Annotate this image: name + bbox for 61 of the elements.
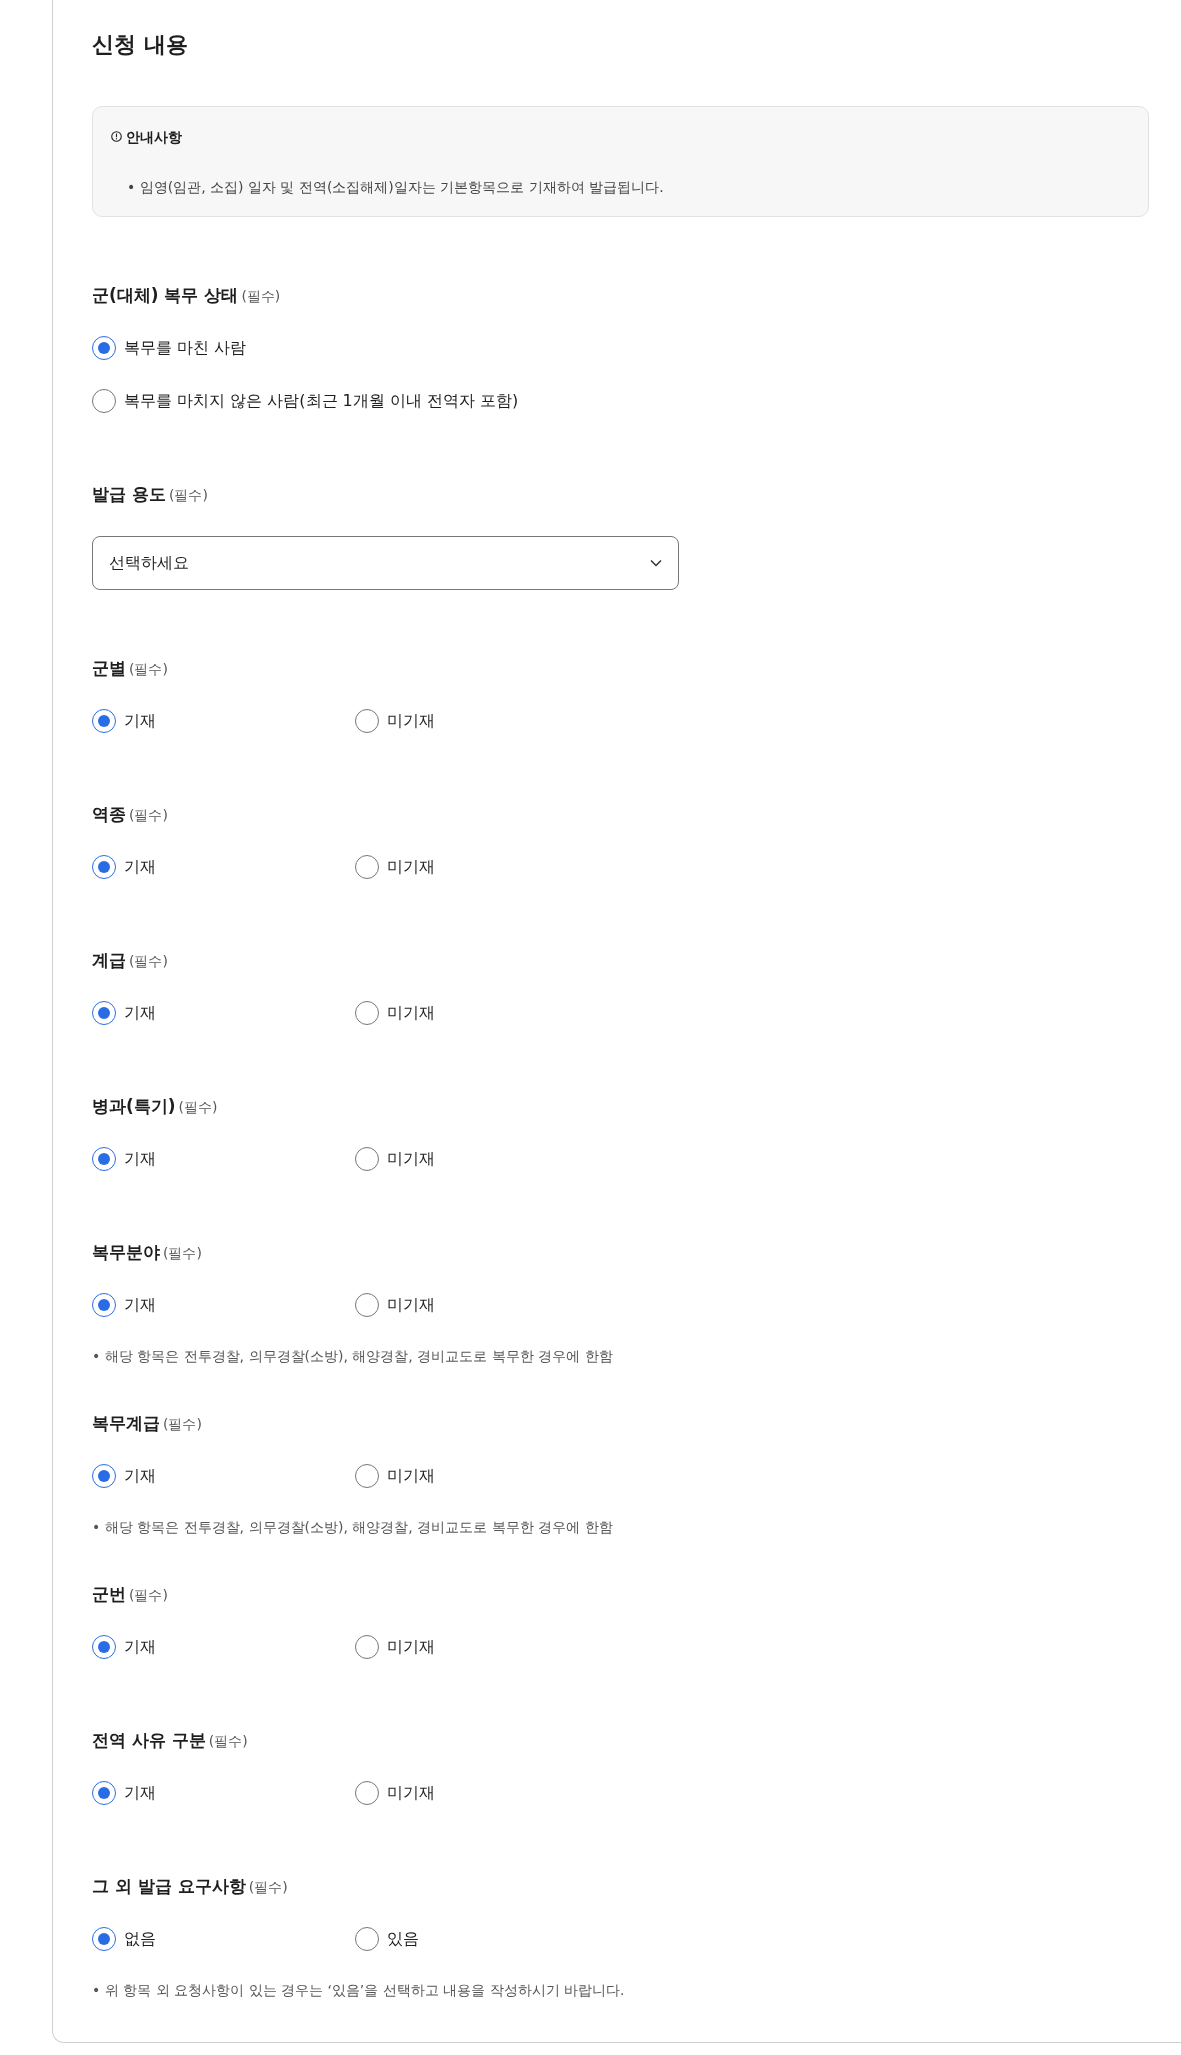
field-label: 군별 (필수) — [92, 657, 169, 680]
radio-button[interactable] — [92, 389, 116, 413]
radio-button[interactable] — [92, 336, 116, 360]
field-note: • 해당 항목은 전투경찰, 의무경찰(소방), 해양경찰, 경비교도로 복무한 경우에 한함 — [92, 1347, 614, 1366]
radio-option[interactable]: 미기재 — [355, 852, 618, 882]
radio-option[interactable]: 복무를 마친 사람 — [92, 333, 1181, 363]
field-label: 그 외 발급 요구사항 (필수) — [92, 1875, 289, 1898]
radio-button[interactable] — [92, 709, 116, 733]
radio-option[interactable]: 기재 — [92, 1778, 355, 1808]
field-label: 복무계급 (필수) — [92, 1412, 203, 1435]
radio-option[interactable]: 기재 — [92, 1632, 355, 1662]
radio-option[interactable]: 복무를 마치지 않은 사람(최근 1개월 이내 전역자 포함) — [92, 386, 1181, 416]
radio-button[interactable] — [355, 1635, 379, 1659]
notice-title: 안내사항 — [111, 125, 182, 148]
radio-option[interactable]: 기재 — [92, 706, 355, 736]
field-label: 복무분야 (필수) — [92, 1241, 203, 1264]
radio-button[interactable] — [355, 709, 379, 733]
radio-option[interactable]: 기재 — [92, 1461, 355, 1491]
radio-button[interactable] — [355, 1927, 379, 1951]
field-label: 병과(특기) (필수) — [92, 1095, 219, 1118]
radio-button[interactable] — [355, 1781, 379, 1805]
radio-button[interactable] — [355, 855, 379, 879]
radio-button[interactable] — [92, 1635, 116, 1659]
field-label: 역종 (필수) — [92, 803, 169, 826]
select-field[interactable]: 선택하세요 — [92, 536, 679, 590]
radio-button[interactable] — [355, 1464, 379, 1488]
field-label: 전역 사유 구분 (필수) — [92, 1729, 249, 1752]
field-note: • 위 항목 외 요청사항이 있는 경우는 ‘있음’을 선택하고 내용을 작성하시기 바랍니다. — [92, 1981, 626, 2000]
field-label: 군번 (필수) — [92, 1583, 169, 1606]
radio-button[interactable] — [92, 1927, 116, 1951]
radio-button[interactable] — [92, 1464, 116, 1488]
radio-button[interactable] — [355, 1001, 379, 1025]
notice-item: • 임영(임관, 소집) 일자 및 전역(소집해제)일자는 기본항목으로 기재하여 발급됩니다. — [126, 178, 665, 197]
radio-button[interactable] — [92, 855, 116, 879]
section-title: 신청 내용 — [92, 32, 189, 58]
field-note: • 해당 항목은 전투경찰, 의무경찰(소방), 해양경찰, 경비교도로 복무한 경우에 한함 — [92, 1518, 614, 1537]
radio-option[interactable]: 미기재 — [355, 1461, 618, 1491]
radio-button[interactable] — [92, 1001, 116, 1025]
radio-option[interactable]: 기재 — [92, 852, 355, 882]
radio-option[interactable]: 기재 — [92, 1290, 355, 1320]
radio-option[interactable]: 없음 — [92, 1924, 355, 1954]
radio-option[interactable]: 미기재 — [355, 1290, 618, 1320]
radio-option[interactable]: 미기재 — [355, 1632, 618, 1662]
field-label: 발급 용도 (필수) — [92, 483, 209, 506]
radio-button[interactable] — [92, 1781, 116, 1805]
radio-option[interactable]: 기재 — [92, 1144, 355, 1174]
radio-button[interactable] — [92, 1147, 116, 1171]
select-placeholder: 선택하세요 — [109, 552, 189, 574]
chevron-down-icon — [650, 559, 662, 567]
radio-option[interactable]: 있음 — [355, 1924, 618, 1954]
info-icon — [111, 131, 122, 142]
radio-option[interactable]: 미기재 — [355, 1778, 618, 1808]
radio-button[interactable] — [355, 1147, 379, 1171]
radio-option[interactable]: 미기재 — [355, 998, 618, 1028]
radio-option[interactable]: 미기재 — [355, 1144, 618, 1174]
radio-button[interactable] — [92, 1293, 116, 1317]
radio-option[interactable]: 기재 — [92, 998, 355, 1028]
radio-option[interactable]: 미기재 — [355, 706, 618, 736]
field-label: 군(대체) 복무 상태 (필수) — [92, 284, 282, 307]
field-label: 계급 (필수) — [92, 949, 169, 972]
radio-button[interactable] — [355, 1293, 379, 1317]
